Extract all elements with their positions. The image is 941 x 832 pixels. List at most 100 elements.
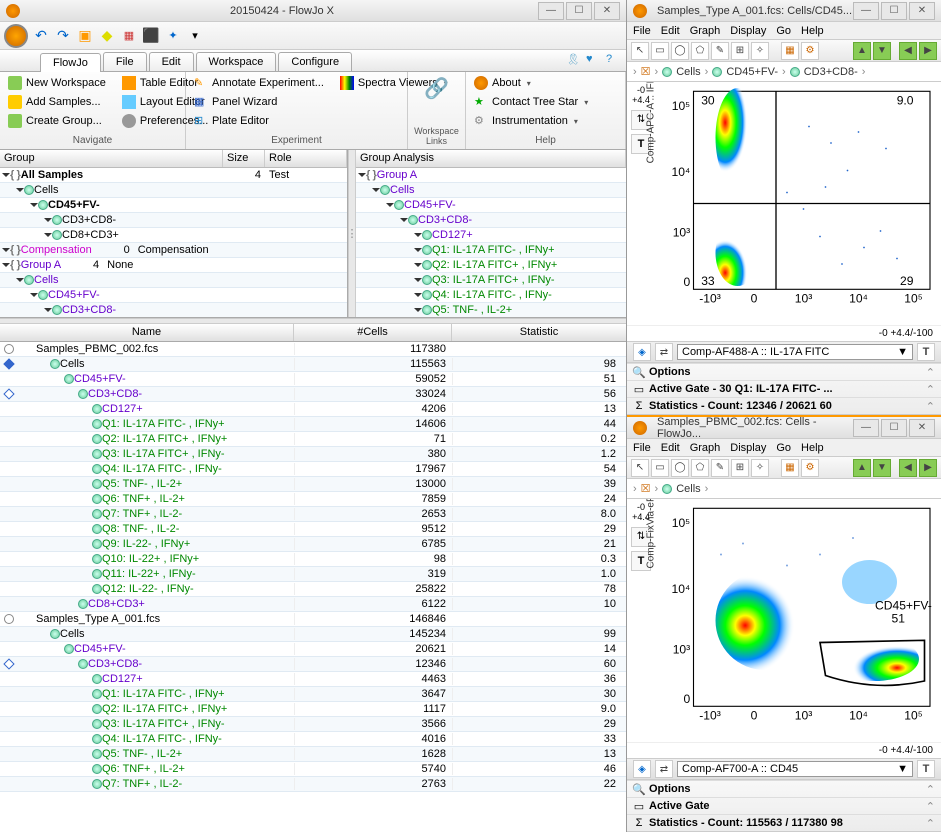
- tree-row[interactable]: CD45+FV-: [0, 198, 347, 213]
- x-axis-combo[interactable]: Comp-AF488-A :: IL-17A FITC▼: [677, 344, 913, 360]
- redo-icon[interactable]: ↷: [54, 27, 72, 45]
- create-group-button[interactable]: Create Group...: [4, 112, 110, 130]
- nav2-down-icon[interactable]: ▼: [873, 459, 891, 477]
- tree-row[interactable]: Q4: IL-17A FITC- , IFNy-: [356, 288, 626, 303]
- statistics-row[interactable]: ΣStatistics - Count: 12346 / 20621 60⌃: [627, 397, 941, 414]
- tool3-icon[interactable]: ⬛: [142, 27, 160, 45]
- col-group[interactable]: Group: [0, 150, 223, 167]
- menu-display[interactable]: Display: [730, 25, 766, 37]
- menu2-go[interactable]: Go: [776, 442, 791, 454]
- table-row[interactable]: Q1: IL-17A FITC- , IFNy+1460644: [0, 417, 626, 432]
- active-gate2-row[interactable]: ▭Active Gate⌃: [627, 797, 941, 814]
- ribbon-icon[interactable]: 🎗: [566, 53, 580, 67]
- col-name[interactable]: Name: [0, 324, 294, 341]
- plot2-swap-icon[interactable]: ⇄: [655, 760, 673, 778]
- tree-row[interactable]: CD3+CD8-: [356, 213, 626, 228]
- tree-row[interactable]: CD127+: [356, 228, 626, 243]
- col-role[interactable]: Role: [265, 150, 347, 167]
- menu2-display[interactable]: Display: [730, 442, 766, 454]
- options-row[interactable]: 🔍Options⌃: [627, 363, 941, 380]
- table-row[interactable]: Q6: TNF+ , IL-2+574046: [0, 762, 626, 777]
- tree-row[interactable]: { } Compensation0Compensation: [0, 243, 347, 258]
- table-row[interactable]: Q6: TNF+ , IL-2+785924: [0, 492, 626, 507]
- tree-row[interactable]: Q1: IL-17A FITC- , IFNy+: [356, 243, 626, 258]
- sample-datatable[interactable]: Name #Cells Statistic Samples_PBMC_002.f…: [0, 324, 626, 832]
- tab-workspace[interactable]: Workspace: [196, 52, 277, 71]
- nav-next-icon[interactable]: ▶: [919, 42, 937, 60]
- x2-axis-combo[interactable]: Comp-AF700-A :: CD45▼: [677, 761, 913, 777]
- auto-gate-icon[interactable]: ✧: [751, 42, 769, 60]
- table-row[interactable]: CD8+CD3+612210: [0, 597, 626, 612]
- tool2-icon[interactable]: ▦: [120, 27, 138, 45]
- rect-gate-icon[interactable]: ▭: [651, 42, 669, 60]
- rect2-gate-icon[interactable]: ▭: [651, 459, 669, 477]
- tree-row[interactable]: Cells: [0, 273, 347, 288]
- table-row[interactable]: CD3+CD8-1234660: [0, 657, 626, 672]
- plot-type-icon[interactable]: ▦: [781, 42, 799, 60]
- table-row[interactable]: Q12: IL-22- , IFNy-2582278: [0, 582, 626, 597]
- col-statistic[interactable]: Statistic: [452, 324, 626, 341]
- new-workspace-button[interactable]: New Workspace: [4, 74, 110, 92]
- analysis-tree[interactable]: { } Group A Cells CD45+FV- CD3+CD8- CD12…: [356, 168, 626, 317]
- panel-wizard-button[interactable]: ▦Panel Wizard: [190, 93, 328, 111]
- tree-row[interactable]: { } All Samples4Test: [0, 168, 347, 183]
- instrumentation-button[interactable]: ⚙Instrumentation▾: [470, 112, 621, 130]
- nav2-prev-icon[interactable]: ◀: [899, 459, 917, 477]
- freehand2-gate-icon[interactable]: ✎: [711, 459, 729, 477]
- tool1-icon[interactable]: ◆: [98, 27, 116, 45]
- plot2-options-icon[interactable]: ⚙: [801, 459, 819, 477]
- statistics2-row[interactable]: ΣStatistics - Count: 115563 / 117380 98⌃: [627, 814, 941, 831]
- tree-row[interactable]: CD3+CD8-: [0, 303, 347, 317]
- tab-flowjo[interactable]: FlowJo: [40, 53, 101, 72]
- table-row[interactable]: Cells14523499: [0, 627, 626, 642]
- table-row[interactable]: Q4: IL-17A FITC- , IFNy-401633: [0, 732, 626, 747]
- tree-row[interactable]: { } Group A: [356, 168, 626, 183]
- table-row[interactable]: Q1: IL-17A FITC- , IFNy+364730: [0, 687, 626, 702]
- table-row[interactable]: Q11: IL-22+ , IFNy-3191.0: [0, 567, 626, 582]
- plot2-minimize-button[interactable]: —: [853, 419, 879, 437]
- flowjo-logo-icon[interactable]: [4, 24, 28, 48]
- nav-prev-icon[interactable]: ◀: [899, 42, 917, 60]
- table-row[interactable]: CD127+446336: [0, 672, 626, 687]
- plot1-maximize-button[interactable]: ☐: [881, 2, 907, 20]
- dropdown-icon[interactable]: ▾: [186, 27, 204, 45]
- pointer-tool-icon[interactable]: ↖: [631, 42, 649, 60]
- col-group-analysis[interactable]: Group Analysis: [356, 150, 626, 167]
- table-row[interactable]: Q2: IL-17A FITC+ , IFNy+11179.0: [0, 702, 626, 717]
- tree-row[interactable]: CD3+CD8-: [0, 213, 347, 228]
- tree-row[interactable]: CD8+CD3+: [0, 228, 347, 243]
- table-row[interactable]: CD127+420613: [0, 402, 626, 417]
- ellipse-gate-icon[interactable]: ◯: [671, 42, 689, 60]
- table-row[interactable]: CD45+FV-2062114: [0, 642, 626, 657]
- ellipse2-gate-icon[interactable]: ◯: [671, 459, 689, 477]
- plot1-swap-icon[interactable]: ⇄: [655, 343, 673, 361]
- menu-go[interactable]: Go: [776, 25, 791, 37]
- table-row[interactable]: Q2: IL-17A FITC+ , IFNy+710.2: [0, 432, 626, 447]
- maximize-button[interactable]: ☐: [566, 2, 592, 20]
- plot2-close-button[interactable]: ✕: [909, 419, 935, 437]
- nav2-next-icon[interactable]: ▶: [919, 459, 937, 477]
- plot2-breadcrumb[interactable]: ›☒ ›Cells ›: [627, 479, 941, 499]
- workspace-links-button[interactable]: 🔗: [420, 74, 453, 103]
- table-row[interactable]: Q5: TNF- , IL-2+162813: [0, 747, 626, 762]
- tree-row[interactable]: Cells: [356, 183, 626, 198]
- splitter-vertical[interactable]: ⋮: [348, 150, 356, 317]
- save-icon[interactable]: ▣: [76, 27, 94, 45]
- undo-icon[interactable]: ↶: [32, 27, 50, 45]
- help-icon[interactable]: ?: [606, 53, 620, 67]
- pointer2-tool-icon[interactable]: ↖: [631, 459, 649, 477]
- plot2-canvas[interactable]: Comp-FixVia-eFluor506-A CD45+FV- 51: [655, 499, 941, 742]
- col-cells[interactable]: #Cells: [294, 324, 452, 341]
- nav2-up-icon[interactable]: ▲: [853, 459, 871, 477]
- table-row[interactable]: Q10: IL-22+ , IFNy+980.3: [0, 552, 626, 567]
- contact-button[interactable]: ★Contact Tree Star▾: [470, 93, 621, 111]
- about-button[interactable]: About▾: [470, 74, 621, 92]
- options2-row[interactable]: 🔍Options⌃: [627, 780, 941, 797]
- tree-row[interactable]: Q2: IL-17A FITC+ , IFNy+: [356, 258, 626, 273]
- plot2-type-icon[interactable]: ▦: [781, 459, 799, 477]
- menu-file[interactable]: File: [633, 25, 651, 37]
- plate-editor-button[interactable]: ⊞Plate Editor: [190, 112, 328, 130]
- tree-row[interactable]: Q3: IL-17A FITC+ , IFNy-: [356, 273, 626, 288]
- close-button[interactable]: ✕: [594, 2, 620, 20]
- plot-options-icon[interactable]: ⚙: [801, 42, 819, 60]
